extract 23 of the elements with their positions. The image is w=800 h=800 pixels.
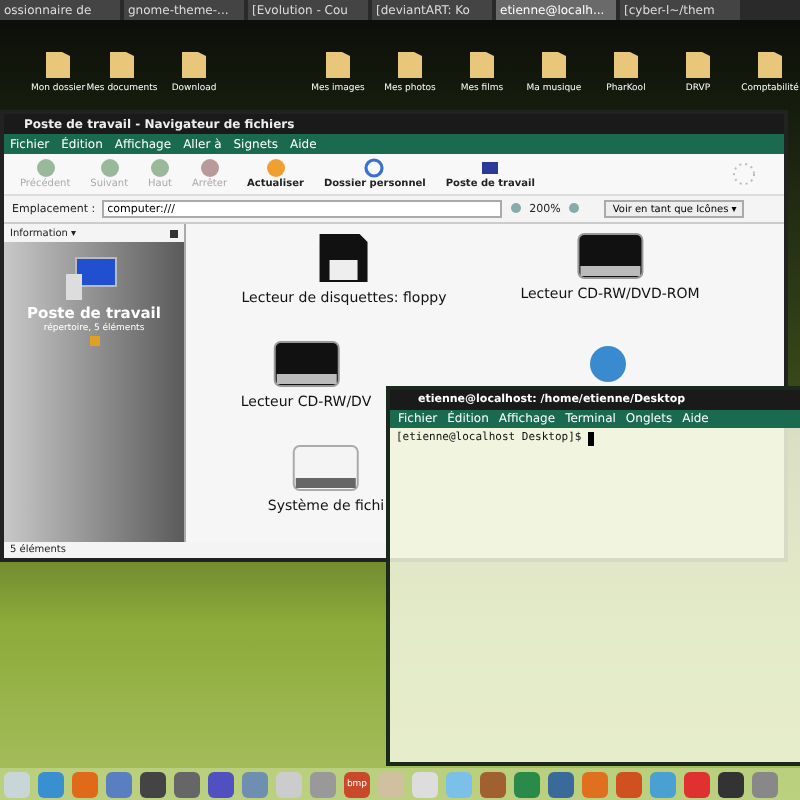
emblem-icon <box>89 336 99 346</box>
app-launcher-icon[interactable] <box>548 771 574 797</box>
folder-icon[interactable] <box>394 48 426 80</box>
text-cursor <box>588 432 595 446</box>
throbber-icon <box>732 162 756 186</box>
app-launcher-icon[interactable] <box>718 771 744 797</box>
folder-icon[interactable] <box>466 48 498 80</box>
folder-icon[interactable] <box>682 48 714 80</box>
drive-icon[interactable] <box>576 232 644 280</box>
app-launcher-icon[interactable] <box>140 771 166 797</box>
folder-icon[interactable] <box>178 48 210 80</box>
drive-icon[interactable] <box>272 340 340 388</box>
folder-icon[interactable] <box>322 48 354 80</box>
folder-icon[interactable] <box>754 48 786 80</box>
app-launcher-icon[interactable] <box>208 771 234 797</box>
computer-icon <box>480 158 501 178</box>
app-launcher-icon[interactable] <box>174 771 200 797</box>
folder-icon[interactable] <box>538 48 570 80</box>
folder-icon[interactable] <box>610 48 642 80</box>
folder-icon[interactable] <box>106 48 138 80</box>
globe-icon[interactable] <box>588 344 628 384</box>
folder-icon[interactable] <box>42 48 74 80</box>
close-icon[interactable] <box>170 229 178 237</box>
